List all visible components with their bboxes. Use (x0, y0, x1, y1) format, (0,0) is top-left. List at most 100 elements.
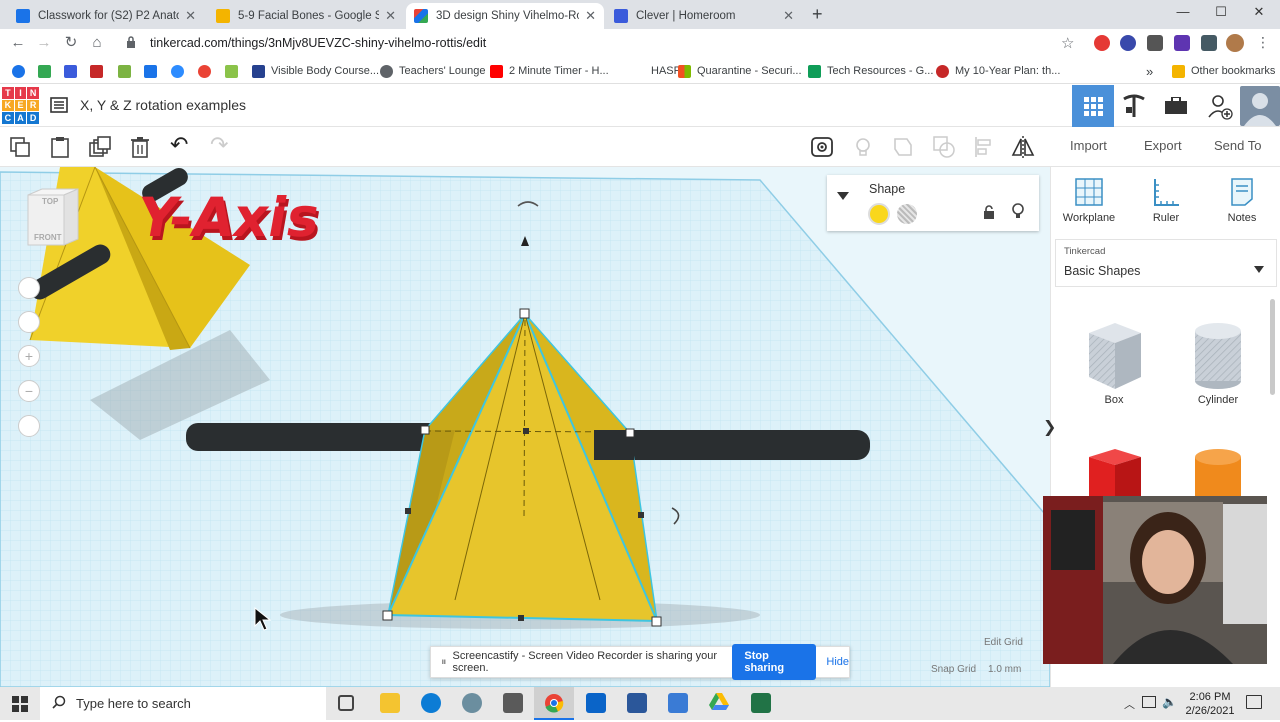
fit-view-button[interactable] (18, 311, 40, 333)
tinkercad-logo[interactable]: TIN KER CAD (2, 87, 39, 124)
drag-handle-icon[interactable]: ⏸ (441, 656, 447, 669)
extension-icon[interactable] (1120, 35, 1136, 51)
outlook-icon[interactable] (586, 693, 606, 713)
bookmark-tech-resources[interactable]: Tech Resources - G... (808, 63, 933, 79)
menu-kebab-icon[interactable]: ⋮ (1256, 34, 1270, 51)
copy-icon[interactable] (8, 135, 32, 159)
lock-icon[interactable] (983, 205, 995, 222)
extensions-puzzle-icon[interactable] (1201, 35, 1217, 51)
google-drive-icon[interactable] (709, 693, 729, 714)
store-icon[interactable] (503, 693, 523, 713)
bookmark-item[interactable] (118, 63, 137, 79)
scrollbar[interactable] (1270, 299, 1275, 395)
bookmark-haspi[interactable]: HASPI (632, 63, 684, 79)
tab-tinkercad[interactable]: 3D design Shiny Vihelmo-Rottis | ✕ (406, 3, 604, 29)
extension-icon[interactable] (1094, 35, 1110, 51)
extension-icon[interactable] (1174, 35, 1190, 51)
shape-library-select[interactable]: Tinkercad Basic Shapes (1055, 239, 1277, 287)
paste-icon[interactable] (48, 135, 72, 159)
bookmark-visible-body[interactable]: Visible Body Course... (252, 63, 379, 79)
snap-grid-select[interactable]: 1.0 mm (988, 664, 1021, 675)
home-view-button[interactable] (18, 277, 40, 299)
forward-button[interactable]: → (33, 33, 55, 53)
bookmark-teachers-lounge[interactable]: Teachers' Lounge (380, 63, 486, 79)
bookmark-item[interactable] (171, 63, 190, 79)
app-icon[interactable] (462, 693, 482, 713)
solid-color-button[interactable] (868, 203, 890, 225)
close-window-button[interactable]: ✕ (1240, 4, 1278, 24)
shape-cylinder[interactable]: Cylinder (1183, 319, 1253, 406)
hole-button[interactable] (897, 204, 917, 224)
bookmark-10-year-plan[interactable]: My 10-Year Plan: th... (936, 63, 1060, 79)
tab-classwork[interactable]: Classwork for (S2) P2 Anatomy 2 ✕ (8, 3, 204, 29)
zoom-out-button[interactable]: − (18, 380, 40, 402)
view-cube-front-label[interactable]: FRONT (34, 233, 62, 242)
bookmark-star-icon[interactable]: ☆ (1061, 34, 1074, 52)
mirror-icon[interactable] (1011, 135, 1035, 159)
design-list-icon[interactable] (50, 96, 68, 117)
reload-button[interactable]: ↻ (60, 33, 82, 53)
show-all-icon[interactable] (810, 135, 834, 159)
calculator-icon[interactable] (668, 693, 688, 713)
new-tab-button[interactable]: + (812, 4, 823, 25)
clock[interactable]: 2:06 PM 2/26/2021 (1182, 690, 1238, 718)
volume-icon[interactable]: 🔈 (1162, 695, 1177, 709)
bookmark-quarantine[interactable]: Quarantine - Securi... (678, 63, 802, 79)
workplane-tool[interactable]: Workplane (1059, 177, 1119, 224)
close-tab-icon[interactable]: ✕ (185, 8, 196, 24)
view-cube-top-label[interactable]: TOP (42, 197, 58, 206)
edit-grid-button[interactable]: Edit Grid (984, 637, 1023, 648)
shape-orange-cylinder[interactable] (1183, 445, 1253, 500)
file-explorer-icon[interactable] (380, 693, 400, 713)
close-tab-icon[interactable]: ✕ (385, 8, 396, 24)
view-cube[interactable]: TOP FRONT (24, 187, 80, 251)
bookmark-item[interactable] (225, 63, 244, 79)
close-tab-icon[interactable]: ✕ (783, 8, 794, 24)
align-icon[interactable] (972, 135, 996, 159)
zoom-in-button[interactable]: + (18, 345, 40, 367)
group-icon[interactable] (891, 135, 915, 159)
bookmark-item[interactable] (144, 63, 163, 79)
stop-sharing-button[interactable]: Stop sharing (732, 644, 817, 680)
profile-avatar[interactable] (1226, 34, 1244, 52)
trash-icon[interactable] (128, 135, 152, 159)
collapse-inspector-icon[interactable] (837, 189, 849, 203)
notes-tool[interactable]: Notes (1212, 177, 1272, 224)
task-view-icon[interactable] (338, 695, 354, 711)
text-shape-y-axis[interactable]: Y-Axis Y-Axis (132, 185, 327, 253)
home-button[interactable]: ⌂ (86, 33, 108, 53)
bookmark-item[interactable] (198, 63, 217, 79)
ungroup-icon[interactable] (932, 135, 956, 159)
tab-clever[interactable]: Clever | Homeroom ✕ (606, 3, 802, 29)
taskbar-search[interactable]: Type here to search (40, 687, 326, 720)
duplicate-icon[interactable] (88, 135, 112, 159)
design-title[interactable]: X, Y & Z rotation examples (80, 97, 246, 113)
maximize-button[interactable]: ☐ (1202, 4, 1240, 24)
perspective-button[interactable] (18, 415, 40, 437)
add-user-icon[interactable] (1206, 93, 1234, 124)
back-button[interactable]: ← (7, 33, 29, 53)
chrome-taskbar-button[interactable] (534, 687, 574, 720)
undo-button[interactable]: ↶ (170, 132, 188, 158)
collapse-panel-button[interactable]: ❯ (1043, 417, 1056, 437)
edge-icon[interactable] (421, 693, 441, 713)
bookmark-item[interactable] (64, 63, 83, 79)
bookmark-2-minute-timer[interactable]: 2 Minute Timer - H... (490, 63, 609, 79)
more-bookmarks-button[interactable]: » (1146, 63, 1153, 79)
bookmark-item[interactable] (12, 63, 31, 79)
hide-button[interactable]: Hide (826, 656, 849, 668)
notifications-icon[interactable] (1246, 695, 1262, 709)
extension-icon[interactable] (1147, 35, 1163, 51)
minimize-button[interactable]: — (1164, 4, 1202, 24)
shape-red-box[interactable] (1079, 445, 1149, 500)
export-button[interactable]: Export (1144, 138, 1182, 153)
close-tab-icon[interactable]: ✕ (585, 8, 596, 24)
windows-start-icon[interactable] (12, 696, 28, 715)
visibility-bulb-icon[interactable] (1011, 203, 1025, 223)
briefcase-icon[interactable] (1164, 96, 1188, 118)
lightbulb-icon[interactable] (851, 135, 875, 159)
avatar[interactable] (1240, 86, 1280, 126)
other-bookmarks[interactable]: Other bookmarks (1172, 63, 1275, 79)
address-bar[interactable]: tinkercad.com/things/3nMjv8UEVZC-shiny-v… (116, 31, 1086, 55)
network-icon[interactable] (1142, 696, 1156, 708)
